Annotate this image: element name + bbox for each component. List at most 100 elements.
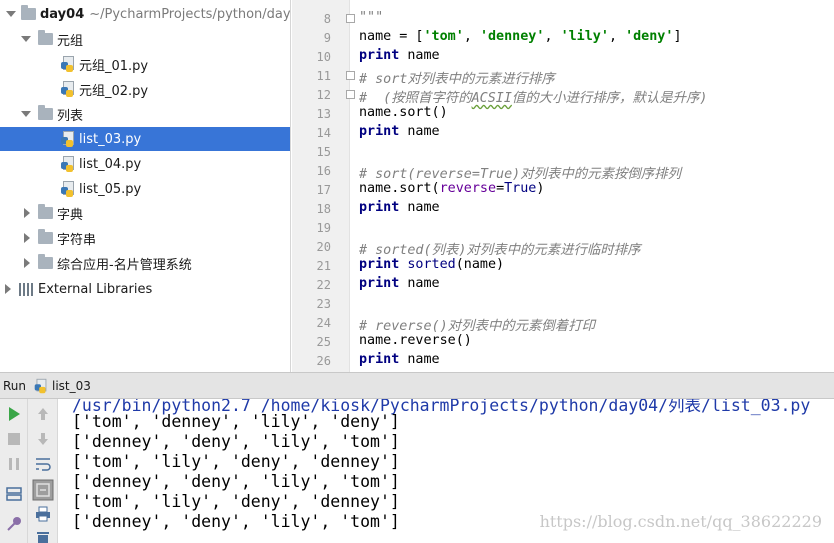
collapse-arrow-icon[interactable]	[22, 208, 32, 218]
code-line-9: name = ['tom', 'denney', 'lily', 'deny']	[359, 29, 682, 44]
console-output-line: ['denney', 'deny', 'lily', 'tom']	[72, 432, 400, 451]
tree-item-app[interactable]: 综合应用-名片管理系统	[0, 251, 290, 275]
tree-item-label: day04	[40, 6, 85, 22]
tree-item-dict[interactable]: 字典	[0, 201, 290, 225]
keyword-token: print	[359, 48, 400, 63]
fold-marker-icon[interactable]	[346, 71, 355, 80]
operator-token: = [	[391, 29, 424, 44]
docstring-token: """	[359, 10, 384, 25]
console-output-line: ['tom', 'lily', 'deny', 'denney']	[72, 492, 400, 511]
tree-item-label: 元组_02.py	[79, 83, 149, 99]
line-number: 24	[316, 316, 331, 330]
python-file-icon	[61, 81, 75, 97]
tree-item-file-selected[interactable]: list_03.py	[0, 127, 290, 151]
tree-item-day04[interactable]: day04 ~/PycharmProjects/python/day	[0, 2, 290, 26]
folder-icon	[38, 229, 53, 244]
tree-item-file[interactable]: 元组_02.py	[0, 77, 290, 101]
run-console-output[interactable]: /usr/bin/python2.7 /home/kiosk/PycharmPr…	[58, 399, 834, 543]
run-toolbar	[0, 399, 28, 543]
keyword-token: print	[359, 276, 400, 291]
tree-item-label: list_03.py	[79, 131, 142, 147]
line-number: 9	[323, 31, 331, 45]
line-number: 14	[316, 126, 331, 140]
collapse-arrow-icon[interactable]	[3, 284, 13, 294]
call-token: name.sort(	[359, 181, 440, 196]
run-tab-list_03[interactable]: list_03	[52, 379, 91, 393]
scroll-icon[interactable]	[32, 479, 54, 501]
code-line-16: # sort(reverse=True)对列表中的元素按倒序排列	[359, 162, 681, 182]
parameter-token: reverse	[439, 181, 497, 196]
tree-item-list[interactable]: 列表	[0, 102, 290, 126]
folder-icon	[38, 204, 53, 219]
code-line-13: name.sort()	[359, 105, 448, 120]
console-output-line: ['tom', 'denney', 'lily', 'deny']	[72, 412, 400, 431]
string-token: 'deny'	[625, 29, 674, 44]
line-number: 21	[316, 259, 331, 273]
expand-arrow-icon[interactable]	[20, 34, 31, 44]
code-line-20: # sorted(列表)对列表中的元素进行临时排序	[359, 238, 640, 258]
code-line-12: # (按照首字符的ACSII值的大小进行排序，默认是升序)	[359, 86, 707, 106]
code-line-10: print name	[359, 48, 440, 63]
print-icon[interactable]	[34, 505, 52, 523]
code-line-14: print name	[359, 124, 440, 139]
folder-icon	[21, 5, 36, 20]
fold-marker-icon[interactable]	[346, 14, 355, 23]
down-arrow-icon[interactable]	[34, 430, 52, 448]
line-number: 18	[316, 202, 331, 216]
builtin-token: sorted	[407, 257, 456, 272]
identifier-token: name	[407, 48, 440, 63]
code-line-17: name.sort(reverse=True)	[359, 181, 544, 196]
identifier-token: name	[407, 276, 440, 291]
operator-token: ,	[463, 29, 480, 44]
python-file-icon	[34, 378, 48, 393]
layout-icon[interactable]	[5, 485, 23, 503]
tree-item-tuple[interactable]: 元组	[0, 27, 290, 51]
comment-token: # sort对列表中的元素进行排序	[359, 72, 555, 87]
run-icon[interactable]	[5, 405, 23, 423]
expand-arrow-icon[interactable]	[20, 109, 31, 119]
identifier-token: name	[407, 200, 440, 215]
tree-item-label: 综合应用-名片管理系统	[57, 257, 192, 273]
operator-token: ,	[544, 29, 561, 44]
python-file-icon	[61, 56, 75, 72]
run-tool-window-header: Run list_03	[0, 372, 834, 399]
pause-icon[interactable]	[5, 455, 23, 473]
line-number: 16	[316, 164, 331, 178]
line-number: 23	[316, 297, 331, 311]
operator-token: ,	[608, 29, 626, 44]
trash-icon[interactable]	[34, 529, 52, 543]
tree-item-file[interactable]: list_04.py	[0, 152, 290, 176]
comment-token-typo: ACSII	[471, 91, 512, 106]
code-line-21: print sorted(name)	[359, 257, 504, 272]
wrap-icon[interactable]	[34, 455, 52, 473]
line-number: 11	[316, 69, 331, 83]
tree-item-string[interactable]: 字符串	[0, 226, 290, 250]
line-number: 25	[316, 335, 331, 349]
fold-marker-icon[interactable]	[346, 90, 355, 99]
tree-item-label: 元组_01.py	[79, 58, 149, 74]
folder-icon	[38, 30, 53, 45]
call-token: name.reverse()	[359, 333, 472, 348]
code-editor[interactable]: 8 9 10 11 12 13 14 15 16 17 18 19 20 21 …	[292, 0, 834, 372]
collapse-arrow-icon[interactable]	[22, 233, 32, 243]
stop-icon[interactable]	[5, 430, 23, 448]
collapse-arrow-icon[interactable]	[22, 258, 32, 268]
line-number: 19	[316, 221, 331, 235]
identifier-token: name	[359, 29, 392, 44]
call-token: (name)	[455, 257, 505, 272]
folder-icon	[38, 254, 53, 269]
code-line-26: print name	[359, 352, 440, 367]
expand-arrow-icon[interactable]	[5, 9, 16, 19]
call-token: name.sort()	[359, 105, 448, 120]
tree-item-file[interactable]: list_05.py	[0, 177, 290, 201]
code-line-11: # sort对列表中的元素进行排序	[359, 67, 555, 87]
operator-token: ]	[673, 29, 682, 44]
up-arrow-icon[interactable]	[34, 405, 52, 423]
python-file-icon	[61, 131, 75, 147]
pin-icon[interactable]	[5, 515, 23, 533]
tree-item-external-libraries[interactable]: External Libraries	[0, 277, 290, 301]
tree-item-file[interactable]: 元组_01.py	[0, 52, 290, 76]
console-toolbar	[28, 399, 58, 543]
code-line-8: """	[359, 10, 383, 25]
tree-item-label: 列表	[57, 108, 84, 124]
